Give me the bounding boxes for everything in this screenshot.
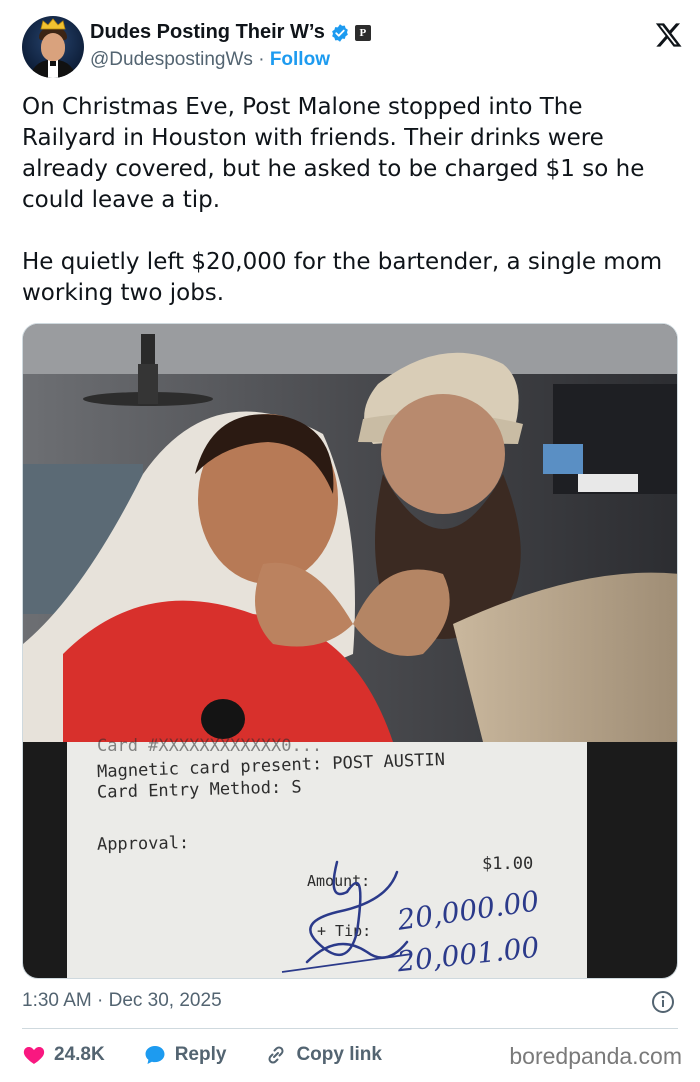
avatar[interactable] xyxy=(22,16,84,78)
receipt: Card #XXXXXXXXXXXX0... Magnetic card pre… xyxy=(67,736,587,979)
author-handle-line: @DudespostingWs · Follow xyxy=(90,49,330,71)
signature-scribble xyxy=(281,860,413,973)
post-paragraph: He quietly left $20,000 for the bartende… xyxy=(22,249,663,306)
verified-badge-icon xyxy=(332,23,348,42)
post-time[interactable]: 1:30 AM xyxy=(22,990,92,1011)
post-header: Dudes Posting Their W’s P @DudespostingW… xyxy=(22,16,682,78)
handle-separator: · xyxy=(258,49,265,70)
copy-link-label: Copy link xyxy=(296,1044,382,1065)
x-logo-icon[interactable] xyxy=(654,22,682,48)
like-button[interactable]: 24.8K xyxy=(22,1043,105,1067)
author-display-name[interactable]: Dudes Posting Their W’s xyxy=(90,21,325,44)
divider xyxy=(22,1028,678,1029)
receipt-card-line: Card #XXXXXXXXXXXX0... xyxy=(97,736,323,756)
receipt-amount-value: $1.00 xyxy=(482,854,534,874)
heart-icon xyxy=(23,1047,45,1064)
post-date[interactable]: Dec 30, 2025 xyxy=(109,990,222,1011)
info-icon[interactable] xyxy=(651,990,675,1014)
link-icon xyxy=(268,1046,284,1064)
reply-bubble-icon xyxy=(145,1046,165,1064)
receipt-total-handwritten: 20,001.00 xyxy=(395,930,541,979)
affiliate-badge-icon[interactable]: P xyxy=(354,24,371,41)
post-paragraph: On Christmas Eve, Post Malone stopped in… xyxy=(22,94,645,213)
author-handle[interactable]: @DudespostingWs xyxy=(90,49,253,70)
post-text: On Christmas Eve, Post Malone stopped in… xyxy=(22,92,682,309)
reply-label: Reply xyxy=(174,1044,227,1065)
receipt-approval-line: Approval: xyxy=(96,833,190,855)
post-media[interactable]: Card #XXXXXXXXXXXX0... Magnetic card pre… xyxy=(22,323,678,979)
crown-icon xyxy=(40,18,66,30)
bar-photo xyxy=(23,324,677,742)
like-count: 24.8K xyxy=(54,1044,105,1065)
post-timestamp[interactable]: 1:30 AM · Dec 30, 2025 xyxy=(22,990,222,1012)
receipt-tip-handwritten: 20,000.00 xyxy=(395,884,542,937)
copy-link-button[interactable]: Copy link xyxy=(264,1043,382,1067)
post-actions: 24.8K Reply Copy link xyxy=(22,1040,420,1070)
reply-button[interactable]: Reply xyxy=(143,1043,227,1067)
watermark: boredpanda.com xyxy=(509,1043,682,1069)
receipt-entry-line: Card Entry Method: S xyxy=(96,777,302,803)
timestamp-separator: · xyxy=(97,990,104,1011)
follow-button[interactable]: Follow xyxy=(270,49,330,70)
